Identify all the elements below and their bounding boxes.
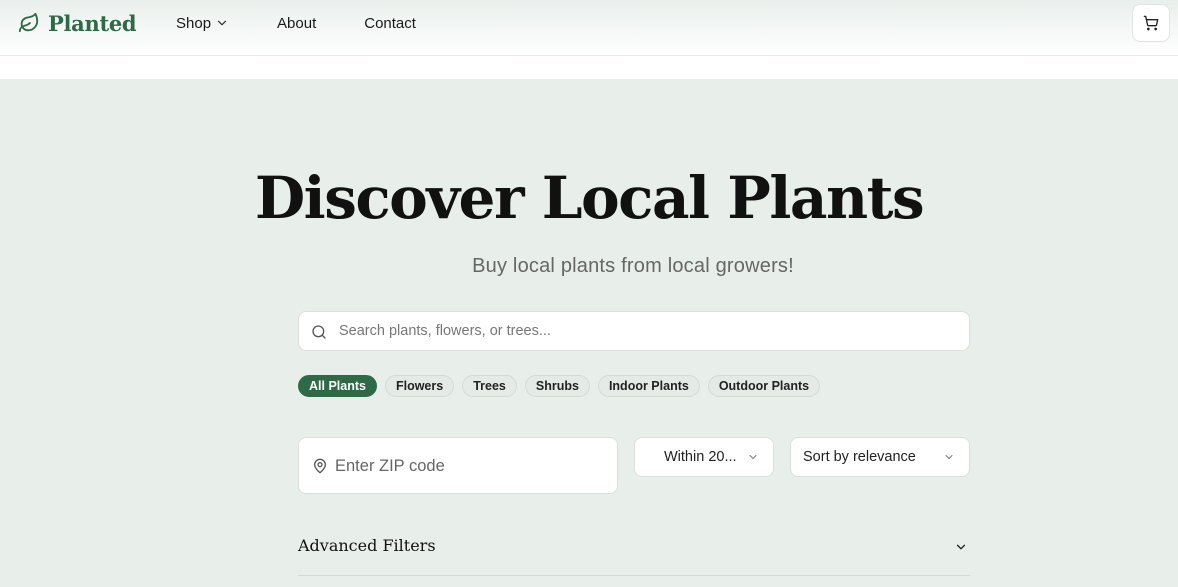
site-header: Planted Shop About Contact — [0, 0, 1178, 56]
nav-contact[interactable]: Contact — [364, 14, 416, 32]
category-chip-indoor-plants[interactable]: Indoor Plants — [597, 375, 700, 397]
category-chip-all-plants[interactable]: All Plants — [298, 375, 377, 397]
chevron-down-icon — [217, 20, 227, 26]
category-chip-trees[interactable]: Trees — [462, 375, 517, 397]
chevron-down-icon — [749, 455, 757, 459]
zip-input[interactable] — [335, 456, 605, 476]
sort-select-value: Sort by relevance — [803, 449, 916, 465]
nav-about[interactable]: About — [277, 14, 316, 32]
page-subtitle: Buy local plants from local growers! — [472, 255, 794, 277]
advanced-filters-label: Advanced Filters — [298, 536, 436, 555]
search-icon — [312, 325, 326, 339]
cart-button[interactable] — [1132, 4, 1170, 42]
nav-about-label: About — [277, 14, 317, 32]
advanced-filters-toggle[interactable]: Advanced Filters — [298, 530, 970, 576]
search-input[interactable] — [339, 323, 939, 339]
radius-select[interactable]: Within 20... — [634, 437, 774, 477]
chevron-down-icon — [956, 544, 966, 550]
radius-select-value: Within 20... — [664, 449, 737, 465]
chevron-down-icon — [945, 455, 953, 459]
map-pin-icon — [314, 458, 326, 474]
page-title: Discover Local Plants — [254, 164, 925, 232]
leaf-icon — [18, 12, 39, 33]
sort-select[interactable]: Sort by relevance — [790, 437, 970, 477]
nav-shop-label: Shop — [176, 14, 212, 32]
category-chip-shrubs[interactable]: Shrubs — [524, 375, 590, 397]
category-filters: All Plants Flowers Trees Shrubs Indoor P… — [298, 375, 821, 397]
cart-icon — [1143, 15, 1159, 31]
brand-logo[interactable]: Planted — [18, 10, 137, 36]
header-spacer — [0, 56, 1178, 79]
nav-contact-label: Contact — [364, 14, 416, 32]
search-bar — [298, 311, 970, 351]
brand-name: Planted — [48, 10, 137, 36]
main-nav: Shop About Contact — [176, 14, 416, 32]
zip-field — [298, 437, 618, 494]
nav-shop[interactable]: Shop — [176, 14, 229, 32]
category-chip-flowers[interactable]: Flowers — [384, 375, 455, 397]
category-chip-outdoor-plants[interactable]: Outdoor Plants — [707, 375, 821, 397]
